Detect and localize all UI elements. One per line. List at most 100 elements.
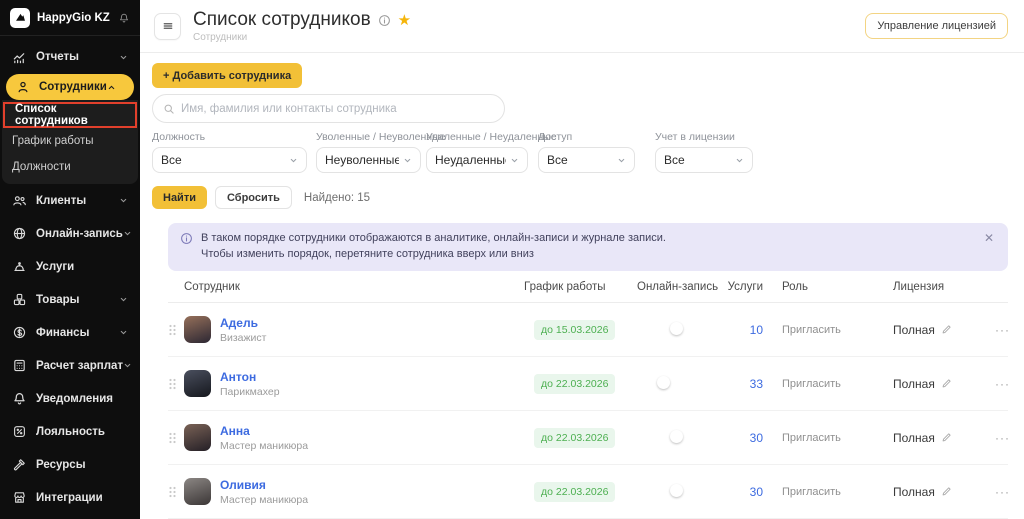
sidebar-item-loyalty[interactable]: Лояльность [0, 415, 140, 448]
table-header-row: Сотрудник График работы Онлайн-запись Ус… [168, 271, 1008, 303]
bell-icon [12, 391, 27, 406]
sidebar-item-payroll[interactable]: Расчет зарплат [0, 349, 140, 382]
employees-submenu: Список сотрудников График работы Должнос… [2, 100, 138, 184]
drag-handle-icon[interactable] [168, 485, 184, 499]
employee-name-link[interactable]: Адель [220, 316, 266, 330]
invite-link[interactable]: Пригласить [773, 486, 893, 498]
banner-text: В таком порядке сотрудники отображаются … [201, 231, 982, 263]
row-actions-menu[interactable]: ··· [995, 377, 1010, 391]
found-count: Найдено: 15 [303, 191, 371, 204]
avatar[interactable] [184, 370, 211, 397]
drag-handle-icon[interactable] [168, 431, 184, 445]
sidebar-item-notifications[interactable]: Уведомления [0, 382, 140, 415]
schedule-badge[interactable]: до 22.03.2026 [534, 427, 616, 448]
sidebar-item-services[interactable]: Услуги [0, 250, 140, 283]
sidebar-item-label: Клиенты [36, 194, 87, 207]
employee-name-link[interactable]: Анна [220, 424, 308, 438]
invite-link[interactable]: Пригласить [773, 378, 893, 390]
avatar[interactable] [184, 424, 211, 451]
sidebar-item-label: Товары [36, 293, 80, 306]
position-select[interactable]: Все [152, 147, 307, 174]
submenu-item-positions[interactable]: Должности [2, 154, 138, 180]
invite-link[interactable]: Пригласить [773, 432, 893, 444]
chevron-down-icon [119, 53, 128, 62]
employee-position: Парикмахер [220, 385, 280, 398]
row-actions-menu[interactable]: ··· [995, 431, 1010, 445]
edit-pencil-icon[interactable] [941, 324, 952, 335]
boxes-icon [12, 292, 27, 307]
reset-button[interactable]: Сбросить [214, 186, 292, 210]
search-box[interactable] [152, 94, 505, 124]
search-input[interactable] [181, 102, 494, 115]
sidebar-item-resources[interactable]: Ресурсы [0, 448, 140, 481]
sidebar-item-products[interactable]: Товары [0, 283, 140, 316]
sidebar-item-label: Ресурсы [36, 458, 86, 471]
sidebar-item-clients[interactable]: Клиенты [0, 184, 140, 217]
filters-row: Должность Все Уволенные / Неуволенные Не… [152, 131, 1008, 174]
filter-label: Учет в лицензии [655, 131, 735, 144]
chevron-up-icon [107, 83, 116, 92]
services-count-link[interactable]: 33 [727, 377, 773, 391]
chevron-down-icon [119, 196, 128, 205]
license-management-button[interactable]: Управление лицензией [865, 13, 1008, 40]
services-count-link[interactable]: 30 [727, 485, 773, 499]
license-value: Полная [893, 430, 935, 445]
col-header-schedule: График работы [524, 281, 606, 293]
app-logo[interactable] [10, 7, 30, 28]
sidebar-item-finance[interactable]: Финансы [0, 316, 140, 349]
edit-pencil-icon[interactable] [941, 378, 952, 389]
filter-label: Должность [152, 131, 206, 144]
sidebar-item-reports[interactable]: Отчеты [0, 42, 140, 72]
edit-pencil-icon[interactable] [941, 432, 952, 443]
page-header: Список сотрудников ★ Сотрудники Управлен… [140, 0, 1024, 54]
submenu-item-employee-list[interactable]: Список сотрудников [3, 102, 137, 128]
access-select[interactable]: Все [538, 147, 635, 174]
calculator-icon [12, 358, 27, 373]
fired-select[interactable]: Неуволенные [316, 147, 421, 174]
deleted-select[interactable]: Неудаленные [426, 147, 528, 174]
info-icon[interactable] [378, 14, 391, 27]
col-header-online: Онлайн-запись [637, 281, 719, 293]
license-value: Полная [893, 322, 935, 337]
avatar[interactable] [184, 478, 211, 505]
favorite-star-icon[interactable]: ★ [398, 13, 411, 28]
sidebar-item-online-booking[interactable]: Онлайн-запись [0, 217, 140, 250]
sidebar-item-employees[interactable]: Сотрудники [6, 74, 134, 100]
edit-pencil-icon[interactable] [941, 486, 952, 497]
sidebar-item-label: Финансы [36, 326, 90, 339]
schedule-badge[interactable]: до 22.03.2026 [534, 481, 616, 502]
sidebar-menu: Отчеты Сотрудники Список сотрудников Гра… [0, 36, 140, 514]
notification-bell-icon[interactable] [118, 12, 130, 24]
dollar-icon [12, 325, 27, 340]
services-count-link[interactable]: 10 [727, 323, 773, 337]
submenu-item-label: Список сотрудников [15, 103, 88, 127]
service-bell-icon [12, 259, 27, 274]
sidebar-item-integrations[interactable]: Интеграции [0, 481, 140, 514]
add-employee-button[interactable]: + Добавить сотрудника [152, 63, 303, 89]
schedule-badge[interactable]: до 22.03.2026 [534, 373, 616, 394]
services-count-link[interactable]: 30 [727, 431, 773, 445]
storefront-icon [12, 490, 27, 505]
schedule-badge[interactable]: до 15.03.2026 [534, 319, 616, 340]
col-header-employee: Сотрудник [184, 281, 240, 293]
employee-name-link[interactable]: Оливия [220, 478, 308, 492]
row-actions-menu[interactable]: ··· [995, 323, 1010, 337]
sidebar-item-label: Лояльность [36, 425, 105, 438]
employee-name-link[interactable]: Антон [220, 370, 280, 384]
drag-handle-icon[interactable] [168, 323, 184, 337]
chevron-down-icon [119, 295, 128, 304]
close-icon[interactable]: ✕ [982, 231, 996, 245]
license-accounting-select[interactable]: Все [655, 147, 753, 174]
filter-license-accounting: Учет в лицензии Все [655, 131, 753, 174]
chart-icon [12, 50, 27, 65]
chevron-down-icon [403, 156, 412, 165]
submenu-item-work-schedule[interactable]: График работы [2, 128, 138, 154]
invite-link[interactable]: Пригласить [773, 324, 893, 336]
filter-label: Уволенные / Неуволенные [316, 131, 446, 144]
find-button[interactable]: Найти [152, 186, 207, 210]
menu-toggle-button[interactable] [154, 12, 181, 40]
main-area: Список сотрудников ★ Сотрудники Управлен… [140, 0, 1024, 519]
drag-handle-icon[interactable] [168, 377, 184, 391]
avatar[interactable] [184, 316, 211, 343]
row-actions-menu[interactable]: ··· [995, 485, 1010, 499]
